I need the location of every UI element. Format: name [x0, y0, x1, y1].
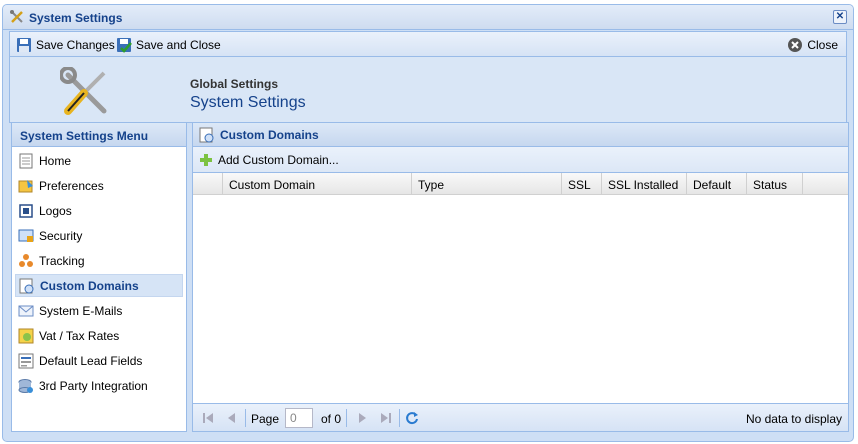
menu-item-label: System E-Mails — [39, 303, 123, 318]
custom-domains-panel: Custom Domains Add Custom Domain... Cust… — [192, 122, 849, 432]
menu-item-3rd-party-integration[interactable]: 3rd Party Integration — [15, 374, 183, 397]
column-header-custom-domain[interactable]: Custom Domain — [223, 173, 412, 195]
tools-icon — [10, 10, 23, 23]
first-page-icon — [203, 413, 213, 423]
menu-item-security[interactable]: Security — [15, 224, 183, 247]
menu-item-preferences[interactable]: Preferences — [15, 174, 183, 197]
menu-item-label: Vat / Tax Rates — [39, 328, 120, 343]
tracking-icon — [19, 253, 33, 267]
menu-item-label: Preferences — [39, 178, 104, 193]
menu-item-tracking[interactable]: Tracking — [15, 249, 183, 272]
page-header: Global Settings System Settings — [9, 57, 847, 123]
save-and-close-button[interactable]: Save and Close — [116, 36, 221, 54]
add-icon — [200, 153, 212, 166]
menu-item-label: Default Lead Fields — [39, 353, 143, 368]
menu-item-label: 3rd Party Integration — [39, 378, 148, 393]
page-label: Page — [251, 412, 280, 426]
email-icon — [18, 305, 34, 316]
next-page-icon — [359, 413, 366, 423]
menu-item-label: Logos — [39, 203, 72, 218]
menu-item-label: Security — [39, 228, 83, 243]
pager-separator — [346, 409, 347, 427]
close-circle-icon — [788, 38, 803, 52]
column-header-ssl[interactable]: SSL — [562, 173, 602, 195]
security-icon — [18, 229, 34, 242]
integration-icon — [18, 378, 33, 393]
menu-item-home[interactable]: Home — [15, 149, 183, 172]
page-number-input[interactable]: 0 — [285, 408, 313, 428]
add-custom-domain-label: Add Custom Domain... — [218, 152, 339, 167]
window-title: System Settings — [29, 11, 123, 25]
logos-icon — [19, 203, 33, 218]
menu-item-label: Home — [39, 153, 72, 168]
menu-item-system-emails[interactable]: System E-Mails — [15, 299, 183, 322]
menu-item-logos[interactable]: Logos — [15, 199, 183, 222]
grid-body — [193, 195, 848, 400]
panel-header: Custom Domains — [193, 123, 848, 147]
menu-item-label: Tracking — [39, 253, 85, 268]
settings-window: System Settings ✕ Save Changes Save and … — [2, 4, 854, 442]
close-button[interactable]: Close — [787, 36, 838, 54]
save-and-close-label: Save and Close — [136, 38, 221, 52]
last-page-icon — [381, 413, 391, 423]
title-bar: System Settings ✕ — [3, 5, 853, 30]
preferences-icon — [18, 179, 33, 192]
custom-domains-icon — [19, 278, 34, 293]
page-title: System Settings — [190, 94, 306, 111]
paging-toolbar: Page 0 of 0 No data to display — [193, 403, 848, 431]
tools-large-icon — [60, 67, 107, 115]
save-changes-button[interactable]: Save Changes — [16, 36, 115, 54]
refresh-button[interactable] — [405, 411, 419, 428]
settings-menu: System Settings Menu Home Preferences Lo… — [11, 122, 187, 432]
column-header-ssl-installed[interactable]: SSL Installed — [602, 173, 687, 195]
close-label: Close — [807, 38, 838, 52]
column-header-status[interactable]: Status — [747, 173, 803, 195]
refresh-icon — [406, 412, 418, 425]
home-icon — [19, 153, 33, 168]
last-page-button[interactable] — [379, 411, 393, 428]
toolbar: Save Changes Save and Close Close — [9, 31, 847, 57]
pager-separator — [399, 409, 400, 427]
panel-title: Custom Domains — [220, 127, 319, 142]
window-close-button[interactable]: ✕ — [833, 10, 847, 24]
pager-separator — [245, 409, 246, 427]
previous-page-icon — [228, 413, 235, 423]
previous-page-button[interactable] — [225, 411, 239, 428]
pager-status: No data to display — [745, 412, 842, 426]
grid-header: Custom Domain Type SSL SSL Installed Def… — [193, 173, 848, 195]
page-count-label: of 0 — [321, 412, 342, 426]
lead-fields-icon — [18, 353, 34, 368]
save-changes-label: Save Changes — [36, 38, 115, 52]
next-page-button[interactable] — [355, 411, 369, 428]
custom-domains-icon — [199, 127, 214, 142]
tax-icon — [18, 328, 34, 343]
save-close-icon — [117, 38, 132, 53]
menu-item-vat-tax-rates[interactable]: Vat / Tax Rates — [15, 324, 183, 347]
floppy-disk-icon — [17, 38, 31, 52]
column-header-type[interactable]: Type — [412, 173, 562, 195]
menu-item-default-lead-fields[interactable]: Default Lead Fields — [15, 349, 183, 372]
first-page-button[interactable] — [201, 411, 215, 428]
settings-menu-title: System Settings Menu — [12, 123, 186, 147]
menu-item-label: Custom Domains — [40, 278, 139, 293]
menu-item-custom-domains[interactable]: Custom Domains — [15, 274, 183, 297]
header-subtitle: Global Settings — [190, 77, 279, 91]
add-custom-domain-button[interactable]: Add Custom Domain... — [193, 147, 848, 173]
column-header-checkbox[interactable] — [193, 173, 223, 195]
column-header-default[interactable]: Default — [687, 173, 747, 195]
